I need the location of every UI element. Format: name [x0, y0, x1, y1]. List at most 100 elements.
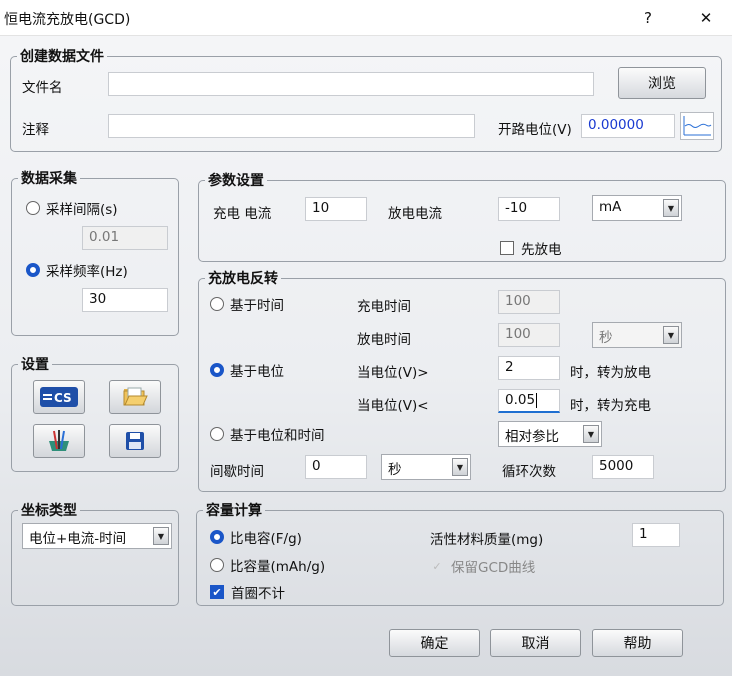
filename-input[interactable] — [108, 72, 594, 96]
cs-device-icon: CS — [40, 387, 78, 407]
sampling-freq-input[interactable]: 30 — [82, 288, 168, 312]
specific-capacity-radio[interactable]: 比容量(mAh/g) — [210, 555, 325, 575]
checkmark-icon: ✔ — [210, 585, 224, 599]
mass-label: 活性材料质量(mg) — [430, 532, 544, 548]
svg-text:CS: CS — [54, 391, 72, 405]
charge-current-label: 充电 电流 — [213, 206, 272, 222]
specific-cap-radio-dot — [210, 530, 224, 544]
ocp-label: 开路电位(V) — [498, 122, 572, 138]
discharge-time-input: 100 — [498, 323, 560, 347]
axis-type-legend: 坐标类型 — [21, 503, 77, 519]
charge-time-input: 100 — [498, 290, 560, 314]
current-unit-select[interactable]: mA ▼ — [592, 195, 682, 221]
sampling-interval-input: 0.01 — [82, 226, 168, 250]
browse-button[interactable]: 浏览 — [618, 67, 706, 99]
potential-lt-label: 当电位(V)< — [357, 398, 429, 414]
text-caret — [536, 392, 538, 408]
axis-type-group: 坐标类型 — [11, 500, 179, 606]
discharge-current-label: 放电电流 — [388, 206, 442, 222]
chevron-down-icon: ▼ — [663, 326, 679, 344]
potential-lt-input[interactable]: 0.05 — [498, 389, 560, 413]
specific-cap-label: 比电容(F/g) — [230, 531, 302, 547]
capacity-legend: 容量计算 — [206, 503, 262, 519]
potential-lt-value: 0.05 — [505, 392, 536, 408]
keep-curve-label: 保留GCD曲线 — [451, 560, 536, 576]
time-unit-value: 秒 — [599, 330, 613, 346]
window-title: 恒电流充放电(GCD) — [4, 12, 131, 28]
by-both-radio[interactable]: 基于电位和时间 — [210, 424, 325, 444]
help-icon[interactable]: ? — [628, 4, 668, 32]
potential-gt-action: 时，转为放电 — [570, 365, 651, 381]
create-file-legend: 创建数据文件 — [20, 49, 104, 65]
by-time-radio-dot — [210, 297, 224, 311]
chevron-down-icon: ▼ — [153, 527, 169, 545]
sampling-interval-radio-dot — [26, 201, 40, 215]
rest-unit-select[interactable]: 秒 ▼ — [381, 454, 471, 480]
discharge-current-input[interactable]: -10 — [498, 197, 560, 221]
charge-current-input[interactable]: 10 — [305, 197, 367, 221]
by-potential-radio-dot — [210, 363, 224, 377]
by-time-radio[interactable]: 基于时间 — [210, 294, 284, 314]
electrode-button[interactable] — [33, 424, 85, 458]
rest-time-label: 间歇时间 — [210, 464, 264, 480]
specific-capacity-label: 比容量(mAh/g) — [230, 559, 326, 575]
params-legend: 参数设置 — [208, 173, 264, 189]
reference-select[interactable]: 相对参比 ▼ — [498, 421, 602, 447]
rest-time-input[interactable]: 0 — [305, 455, 367, 479]
potential-gt-input[interactable]: 2 — [498, 356, 560, 380]
title-bar: 恒电流充放电(GCD) ? ✕ — [0, 0, 732, 36]
axis-type-value: 电位+电流-时间 — [29, 531, 127, 547]
checkmark-icon: ✓ — [432, 559, 442, 573]
filename-label: 文件名 — [22, 80, 63, 96]
cancel-button[interactable]: 取消 — [490, 629, 581, 657]
cycles-input[interactable]: 5000 — [592, 455, 654, 479]
sampling-freq-label: 采样频率(Hz) — [46, 264, 128, 280]
by-potential-label: 基于电位 — [230, 364, 284, 380]
close-icon[interactable]: ✕ — [686, 4, 726, 32]
settings-legend: 设置 — [21, 357, 49, 373]
ocp-value: 0.00000 — [581, 114, 675, 138]
sampling-freq-radio[interactable]: 采样频率(Hz) — [26, 260, 128, 280]
help-button[interactable]: 帮助 — [592, 629, 683, 657]
ok-button[interactable]: 确定 — [389, 629, 480, 657]
electrode-icon — [49, 430, 69, 451]
by-both-radio-dot — [210, 427, 224, 441]
reference-value: 相对参比 — [505, 429, 559, 445]
chevron-down-icon: ▼ — [583, 425, 599, 443]
save-icon — [126, 432, 144, 450]
skip-first-checkbox[interactable]: ✔ 首圈不计 — [210, 582, 285, 602]
potential-lt-action: 时，转为充电 — [570, 398, 651, 414]
cycles-label: 循环次数 — [502, 464, 556, 480]
sampling-legend: 数据采集 — [21, 171, 77, 187]
chevron-down-icon: ▼ — [452, 458, 468, 476]
axis-type-select[interactable]: 电位+电流-时间 ▼ — [22, 523, 172, 549]
discharge-first-checkbox[interactable]: 先放电 — [500, 238, 562, 258]
specific-capacity-radio-dot — [210, 558, 224, 572]
save-button[interactable] — [109, 424, 161, 458]
chevron-down-icon: ▼ — [663, 199, 679, 217]
by-both-label: 基于电位和时间 — [230, 428, 325, 444]
potential-gt-label: 当电位(V)> — [357, 365, 429, 381]
skip-first-label: 首圈不计 — [231, 586, 285, 602]
cs-device-button[interactable]: CS — [33, 380, 85, 414]
specific-cap-radio[interactable]: 比电容(F/g) — [210, 527, 302, 547]
keep-curve-checkbox: ✓ 保留GCD曲线 — [430, 556, 536, 577]
folder-open-icon — [123, 387, 148, 406]
comment-label: 注释 — [22, 122, 49, 138]
sampling-freq-radio-dot — [26, 263, 40, 277]
discharge-first-box — [500, 241, 514, 255]
charge-time-label: 充电时间 — [357, 299, 411, 315]
ocp-chart-icon[interactable] — [680, 112, 714, 140]
time-unit-select: 秒 ▼ — [592, 322, 682, 348]
open-folder-button[interactable] — [109, 380, 161, 414]
comment-input[interactable] — [108, 114, 475, 138]
sampling-interval-radio[interactable]: 采样间隔(s) — [26, 198, 118, 218]
reversal-legend: 充放电反转 — [208, 271, 278, 287]
current-unit-value: mA — [599, 199, 622, 215]
by-potential-radio[interactable]: 基于电位 — [210, 360, 284, 380]
rest-unit-value: 秒 — [388, 462, 402, 478]
discharge-first-label: 先放电 — [521, 242, 562, 258]
discharge-time-label: 放电时间 — [357, 332, 411, 348]
by-time-label: 基于时间 — [230, 298, 284, 314]
mass-input[interactable]: 1 — [632, 523, 680, 547]
